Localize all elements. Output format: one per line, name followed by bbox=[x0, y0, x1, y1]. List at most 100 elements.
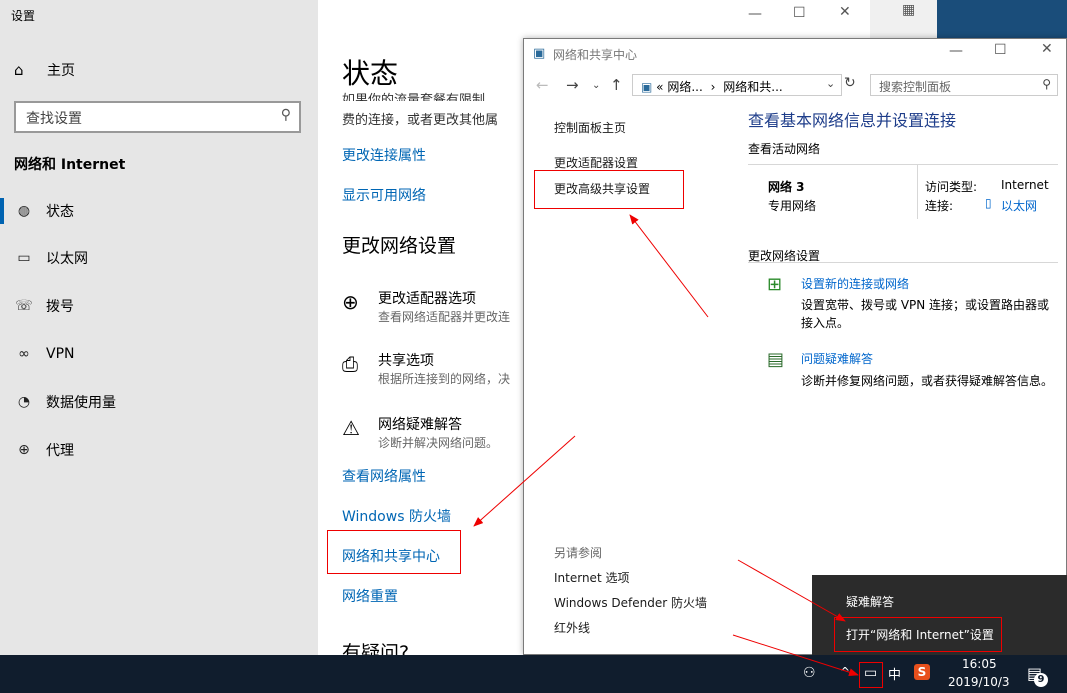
nav-vpn[interactable]: ∞ VPN bbox=[14, 339, 75, 369]
control-panel-home-link[interactable]: 控制面板主页 bbox=[554, 119, 626, 136]
troubleshoot-problems-link[interactable]: 问题疑难解答 bbox=[801, 350, 873, 367]
section-heading: 网络和 Internet bbox=[14, 157, 126, 173]
option-title: 网络疑难解答 bbox=[378, 417, 462, 433]
nav-data-usage[interactable]: ◔ 数据使用量 bbox=[14, 387, 116, 417]
show-hidden-icons-chevron[interactable]: ^ bbox=[840, 665, 850, 679]
grid-icon: ▦ bbox=[902, 2, 916, 18]
nsc-minimize-button[interactable]: — bbox=[949, 43, 963, 59]
search-icon: ⚲ bbox=[1042, 77, 1051, 91]
nav-label: 拨号 bbox=[46, 299, 74, 315]
network-name: 网络 3 bbox=[768, 180, 805, 194]
option-title: 更改适配器选项 bbox=[378, 291, 476, 307]
divider bbox=[748, 164, 1058, 165]
network-reset-link[interactable]: 网络重置 bbox=[342, 586, 398, 606]
access-type-value: Internet bbox=[1001, 178, 1049, 192]
option-desc: 根据所连接到的网络，决 bbox=[378, 372, 511, 386]
settings-search-input[interactable]: 查找设置 ⚲ bbox=[14, 101, 301, 133]
recent-chevron-icon[interactable]: ⌄ bbox=[592, 80, 600, 91]
ime-indicator[interactable]: 中 bbox=[888, 664, 901, 683]
access-type-label: 访问类型: bbox=[925, 180, 978, 194]
home-label: 主页 bbox=[47, 63, 75, 79]
defender-firewall-link[interactable]: Windows Defender 防火墙 bbox=[554, 594, 707, 611]
maximize-button[interactable]: ☐ bbox=[793, 5, 806, 21]
divider-vertical bbox=[917, 164, 918, 219]
change-connection-properties-link[interactable]: 更改连接属性 bbox=[342, 145, 426, 165]
refresh-icon[interactable]: ↻ bbox=[844, 75, 856, 91]
dialup-icon: ☏ bbox=[15, 298, 33, 314]
highlight-advanced-sharing bbox=[534, 170, 684, 209]
setup-new-connection-link[interactable]: 设置新的连接或网络 bbox=[801, 275, 909, 292]
proxy-globe-icon: ⊕ bbox=[18, 442, 30, 458]
breadcrumb-2[interactable]: 网络和共... bbox=[723, 80, 782, 94]
people-icon[interactable]: ⚇ bbox=[803, 665, 816, 681]
setup-new-connection-desc: 设置宽带、拨号或 VPN 连接；或设置路由器或 bbox=[801, 298, 1050, 312]
nav-ethernet[interactable]: ▭ 以太网 bbox=[14, 243, 88, 273]
network-type-link[interactable]: 专用网络 bbox=[768, 197, 816, 214]
nav-proxy[interactable]: ⊕ 代理 bbox=[14, 435, 74, 465]
nsc-titlebar: ▣ 网络和共享中心 — ☐ ✕ bbox=[524, 39, 1066, 67]
change-adapter-settings-link[interactable]: 更改适配器设置 bbox=[554, 154, 638, 171]
questions-heading: 有疑问? bbox=[342, 642, 410, 655]
body-text: 费的连接，或者更改其他属 bbox=[342, 113, 499, 128]
new-connection-icon: ⊞ bbox=[767, 274, 783, 295]
adapter-globe-icon: ⊕ bbox=[342, 290, 359, 314]
forward-arrow-icon[interactable]: → bbox=[566, 76, 579, 94]
view-network-properties-link[interactable]: 查看网络属性 bbox=[342, 466, 426, 486]
nav-label: 状态 bbox=[46, 204, 74, 220]
back-arrow-icon[interactable]: ← bbox=[536, 76, 549, 94]
firewall-link[interactable]: Windows 防火墙 bbox=[342, 506, 451, 526]
notification-badge: 9 bbox=[1034, 673, 1048, 687]
home-nav[interactable]: ⌂ 主页 bbox=[14, 60, 75, 80]
network-icon: ▣ bbox=[533, 46, 546, 61]
sogou-ime-icon[interactable]: S bbox=[914, 664, 930, 680]
close-button[interactable]: ✕ bbox=[839, 4, 851, 20]
ethernet-connection-link[interactable]: 以太网 bbox=[1001, 197, 1037, 214]
network-sharing-center-window: ▣ 网络和共享中心 — ☐ ✕ ← → ⌄ ↑ ▣ « 网络... › 网络和共… bbox=[523, 38, 1067, 655]
settings-title: 设置 bbox=[11, 9, 36, 23]
address-dropdown-icon[interactable]: ⌄ bbox=[826, 77, 835, 90]
infrared-link[interactable]: 红外线 bbox=[554, 619, 590, 636]
option-title: 共享选项 bbox=[378, 353, 434, 369]
nsc-title: 网络和共享中心 bbox=[553, 48, 638, 62]
setup-new-connection-desc-2: 接入点。 bbox=[801, 316, 850, 330]
active-indicator bbox=[0, 198, 4, 224]
ethernet-icon: ▭ bbox=[17, 250, 31, 266]
nsc-search-input[interactable]: 搜索控制面板 ⚲ bbox=[870, 74, 1058, 96]
nav-dialup[interactable]: ☏ 拨号 bbox=[14, 291, 74, 321]
nsc-close-button[interactable]: ✕ bbox=[1041, 41, 1053, 57]
page-title: 状态 bbox=[342, 57, 399, 90]
nsc-maximize-button[interactable]: ☐ bbox=[994, 42, 1007, 58]
address-bar[interactable]: ▣ « 网络... › 网络和共... bbox=[632, 74, 842, 96]
clock-date[interactable]: 2019/10/3 bbox=[948, 675, 1010, 689]
home-icon: ⌂ bbox=[14, 61, 24, 79]
show-networks-link[interactable]: 显示可用网络 bbox=[342, 185, 426, 205]
internet-options-link[interactable]: Internet 选项 bbox=[554, 569, 629, 586]
settings-sidebar: 设置 ⌂ 主页 查找设置 ⚲ 网络和 Internet ◍ 状态 ▭ 以太网 ☏… bbox=[0, 0, 318, 655]
breadcrumb-1[interactable]: « 网络... bbox=[656, 80, 703, 94]
search-placeholder: 搜索控制面板 bbox=[879, 80, 952, 94]
troubleshoot-menu-item[interactable]: 疑难解答 bbox=[846, 593, 894, 610]
faded-text: 如果你的流量套餐有限制， bbox=[342, 93, 499, 101]
up-arrow-icon[interactable]: ↑ bbox=[610, 76, 623, 94]
change-settings-heading: 更改网络设置 bbox=[342, 235, 457, 257]
nav-label: 代理 bbox=[46, 443, 74, 459]
ethernet-connection-icon: ▯ bbox=[985, 196, 992, 210]
troubleshoot-icon: ▤ bbox=[767, 349, 785, 370]
clock-time[interactable]: 16:05 bbox=[962, 657, 997, 671]
vpn-icon: ∞ bbox=[18, 346, 30, 362]
minimize-button[interactable]: — bbox=[748, 6, 762, 22]
highlight-nsc-link bbox=[327, 530, 461, 574]
nav-status[interactable]: ◍ 状态 bbox=[14, 196, 74, 226]
printer-icon: ⎙ bbox=[342, 352, 358, 376]
data-usage-icon: ◔ bbox=[17, 394, 31, 410]
nav-label: VPN bbox=[46, 346, 75, 362]
address-network-icon: ▣ bbox=[641, 80, 653, 94]
option-desc: 诊断并解决网络问题。 bbox=[378, 436, 499, 450]
highlight-network-tray bbox=[859, 662, 883, 688]
active-networks-label: 查看活动网络 bbox=[748, 142, 821, 156]
globe-icon: ◍ bbox=[17, 203, 31, 219]
option-desc: 查看网络适配器并更改连 bbox=[378, 310, 511, 324]
warning-icon: ⚠ bbox=[342, 416, 360, 440]
nsc-heading: 查看基本网络信息并设置连接 bbox=[748, 111, 957, 130]
background-window: ▦ bbox=[870, 0, 937, 40]
